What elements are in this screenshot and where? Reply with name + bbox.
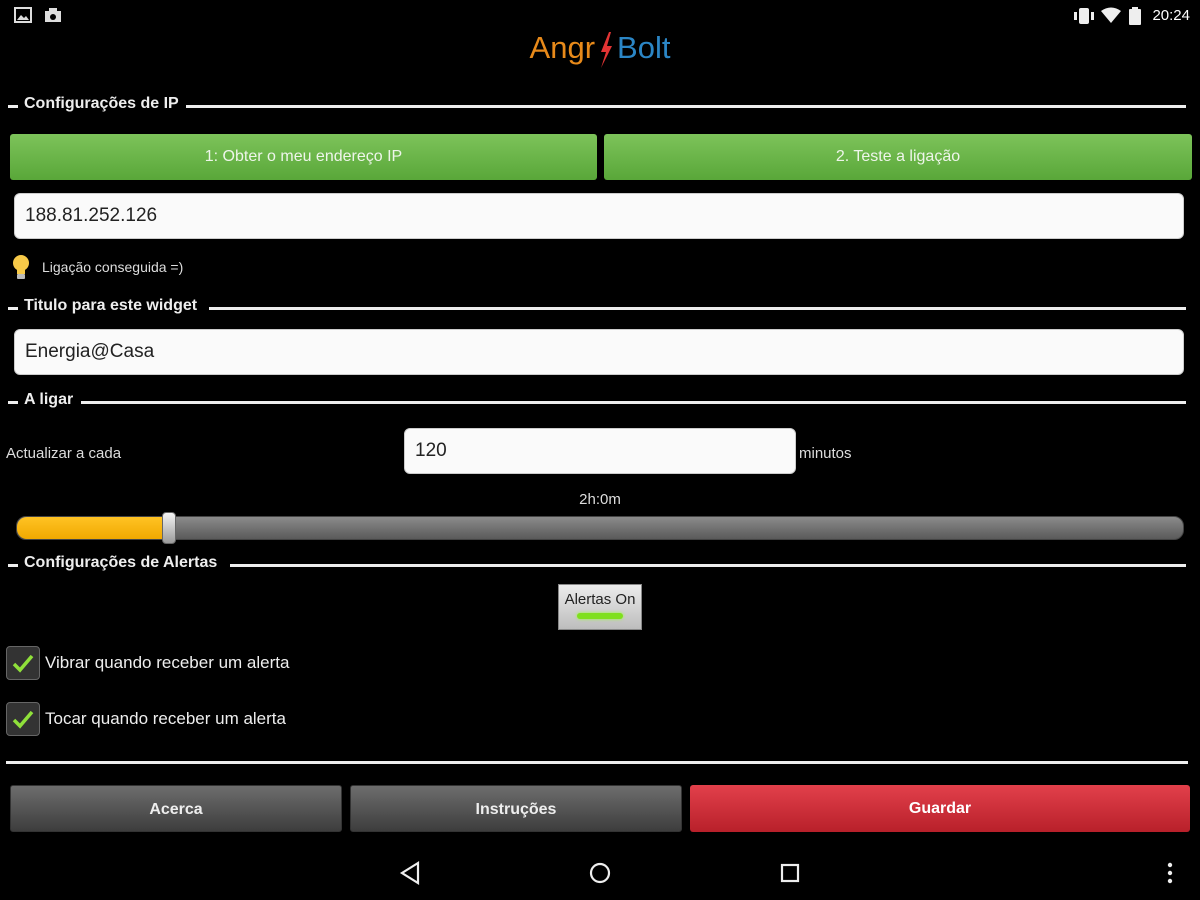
section-title: Configurações de Alertas — [24, 554, 218, 571]
get-ip-button[interactable]: 1: Obter o meu endereço IP — [10, 134, 597, 180]
section-widget-title: Titulo para este widget — [6, 297, 1186, 319]
clock: 20:24 — [1152, 7, 1190, 24]
toggle-indicator — [577, 613, 623, 619]
lightbulb-icon — [10, 253, 32, 281]
update-interval-label: Actualizar a cada — [6, 445, 122, 462]
check-icon — [12, 710, 34, 729]
section-line — [186, 105, 1186, 108]
minutes-unit-label: minutos — [799, 445, 852, 462]
test-connection-button[interactable]: 2. Teste a ligação — [604, 134, 1192, 180]
section-line — [230, 564, 1186, 567]
save-button[interactable]: Guardar — [690, 785, 1190, 832]
widget-title-field[interactable]: Energia@Casa — [14, 329, 1184, 375]
overflow-menu-icon[interactable] — [1160, 858, 1180, 888]
logo-text-bolt: Bolt — [617, 30, 671, 66]
section-dash — [8, 401, 18, 404]
section-dash — [8, 105, 18, 108]
section-title: Configurações de IP — [24, 95, 179, 112]
about-button[interactable]: Acerca — [10, 785, 342, 832]
section-title: A ligar — [24, 391, 74, 408]
section-power: A ligar — [6, 391, 1186, 413]
section-title: Titulo para este widget — [24, 297, 198, 314]
vibrate-icon — [1073, 7, 1095, 30]
image-notification-icon — [14, 7, 32, 28]
vibrate-checkbox[interactable] — [6, 646, 40, 680]
slider-value-label: 2h:0m — [579, 491, 621, 508]
app-logo: Angr Bolt — [0, 30, 1200, 74]
section-ip-settings: Configurações de IP — [6, 95, 1186, 117]
slider-thumb[interactable] — [162, 512, 176, 544]
recents-nav-icon[interactable] — [775, 858, 805, 888]
ip-address-field[interactable]: 188.81.252.126 — [14, 193, 1184, 239]
section-alert-settings: Configurações de Alertas — [6, 554, 1186, 576]
home-nav-icon[interactable] — [585, 858, 615, 888]
alerts-toggle-label: Alertas On — [564, 591, 636, 608]
section-dash — [8, 307, 18, 310]
vibrate-checkbox-row[interactable]: Vibrar quando receber um alerta — [6, 646, 326, 682]
back-nav-icon[interactable] — [396, 858, 426, 888]
instructions-button[interactable]: Instruções — [350, 785, 682, 832]
slider-fill — [17, 517, 169, 539]
section-line — [81, 401, 1186, 404]
download-notification-icon — [44, 7, 62, 28]
connection-status-text: Ligação conseguida =) — [42, 259, 184, 275]
logo-text-angr: Angr — [529, 30, 596, 66]
vibrate-checkbox-label: Vibrar quando receber um alerta — [45, 653, 290, 672]
wifi-icon — [1101, 7, 1121, 30]
sound-checkbox-row[interactable]: Tocar quando receber um alerta — [6, 702, 326, 738]
update-interval-slider[interactable] — [16, 516, 1184, 540]
update-interval-input[interactable]: 120 — [404, 428, 796, 474]
sound-checkbox[interactable] — [6, 702, 40, 736]
bolt-icon — [595, 30, 617, 70]
section-dash — [8, 564, 18, 567]
sound-checkbox-label: Tocar quando receber um alerta — [45, 709, 286, 728]
status-bar: 20:24 — [0, 0, 1200, 32]
divider — [6, 761, 1188, 764]
alerts-toggle[interactable]: Alertas On — [558, 584, 642, 630]
battery-icon — [1129, 7, 1141, 30]
section-line — [209, 307, 1186, 310]
check-icon — [12, 654, 34, 673]
